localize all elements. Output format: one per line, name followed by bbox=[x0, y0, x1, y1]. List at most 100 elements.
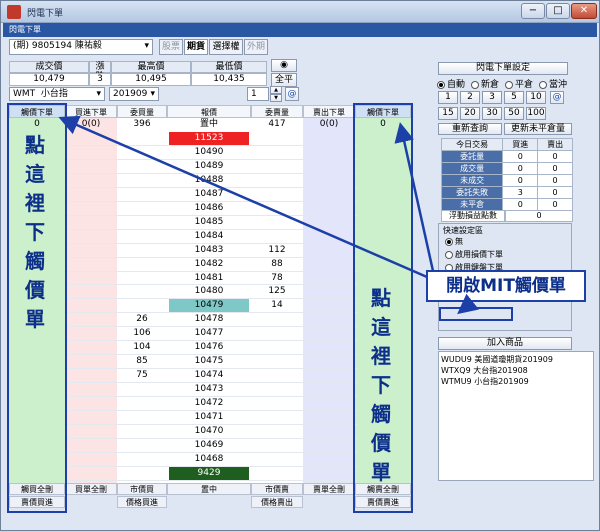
account-value: (期) 9805194 陳祐毅 bbox=[13, 41, 102, 51]
sell-order-total: 0(0) bbox=[319, 119, 339, 129]
mit-annotation-label: 開啟MIT觸價單 bbox=[426, 270, 586, 302]
footer-button[interactable]: 置中 bbox=[167, 483, 251, 495]
account-select[interactable]: (期) 9805194 陳祐毅 ▾ bbox=[9, 39, 153, 55]
qty-button[interactable]: 1 bbox=[438, 91, 458, 104]
ask-qty-cell: 78 bbox=[271, 272, 283, 283]
quote-low-value: 10,435 bbox=[191, 73, 267, 86]
tab-futures[interactable]: 期貨 bbox=[184, 39, 208, 55]
sub-header-title: 閃電下單 bbox=[9, 25, 41, 34]
trade-table-cell: 未平倉 bbox=[440, 198, 504, 211]
footer-button[interactable]: 市價買 bbox=[117, 483, 167, 495]
price-cell: 10483 bbox=[169, 243, 249, 257]
qty-button[interactable]: 5 bbox=[504, 91, 524, 104]
mode-radio[interactable]: 新倉 bbox=[471, 80, 499, 90]
refresh-unsettled-button[interactable]: 更新未平倉量 bbox=[504, 123, 572, 135]
trade-table-cell: 0 bbox=[502, 162, 539, 175]
chevron-down-icon: ▾ bbox=[96, 89, 101, 99]
mode-radio-group: 自動 新倉 平倉 當沖 bbox=[437, 77, 597, 90]
radio-icon bbox=[505, 80, 514, 89]
quantity-input[interactable]: 1 bbox=[247, 87, 269, 101]
price-cell: 10468 bbox=[169, 452, 249, 466]
maximize-button[interactable]: □ bbox=[546, 3, 570, 19]
qty-button[interactable]: 50 bbox=[504, 107, 524, 120]
center-button[interactable]: 置中 bbox=[167, 118, 251, 131]
price-cell: 10481 bbox=[169, 271, 249, 285]
product-list-item[interactable]: WTMU9 小台指201909 bbox=[441, 376, 591, 387]
footer-button[interactable]: 價格買進 bbox=[117, 496, 167, 508]
bid-qty-cell: 75 bbox=[136, 370, 148, 381]
buy-order-column[interactable] bbox=[65, 105, 117, 483]
bid-qty-column bbox=[117, 105, 167, 483]
qty-button[interactable]: 20 bbox=[460, 107, 480, 120]
qty-button[interactable]: 3 bbox=[482, 91, 502, 104]
annotation-char: 單 bbox=[371, 460, 391, 484]
trade-table-cell: 0 bbox=[502, 174, 539, 187]
refresh-icon[interactable]: @ bbox=[550, 91, 564, 104]
qty-button[interactable]: 15 bbox=[438, 107, 458, 120]
product-list-item[interactable]: WUDU9 美國道瓊期貨201909 bbox=[441, 354, 591, 365]
tab-options[interactable]: 選擇權 bbox=[209, 39, 243, 55]
qty-button[interactable]: 2 bbox=[460, 91, 480, 104]
trade-summary-table: 今日交易 買進 賣出 委託量 0 0 成交量 0 0 未成交 0 0 委託失敗 3 0 未平倉 0 0 bbox=[440, 138, 573, 211]
refresh-icon[interactable]: @ bbox=[285, 87, 299, 101]
full-flat-button[interactable]: 全平 bbox=[271, 73, 297, 87]
symbol-select[interactable]: WMT 小台指 ▾ bbox=[9, 87, 105, 101]
price-cell: 9429 bbox=[169, 466, 249, 480]
eye-icon[interactable]: ◉ bbox=[271, 59, 297, 72]
header-ask-qty: 委賣量 bbox=[251, 105, 303, 118]
symbol-code: WMT bbox=[13, 89, 36, 99]
product-list-item[interactable]: WTXQ9 大台指201908 bbox=[441, 365, 591, 376]
qty-button[interactable]: 30 bbox=[482, 107, 502, 120]
close-button[interactable]: ✕ bbox=[571, 3, 597, 19]
quantity-down-button[interactable]: ▼ bbox=[270, 94, 282, 102]
footer-button[interactable]: 價格賣出 bbox=[251, 496, 303, 508]
price-cell: 10473 bbox=[169, 383, 249, 397]
trade-table-cell: 0 bbox=[502, 198, 539, 211]
footer-button[interactable]: 買單全刪 bbox=[65, 483, 117, 495]
quote-high-value: 10,495 bbox=[111, 73, 191, 86]
price-cell: 10471 bbox=[169, 411, 249, 424]
quantity-up-button[interactable]: ▲ bbox=[270, 86, 282, 94]
trade-table-cell: 成交量 bbox=[440, 162, 504, 175]
quote-header-low: 最低價 bbox=[191, 61, 267, 73]
mode-radio[interactable]: 當沖 bbox=[539, 80, 567, 90]
radio-icon bbox=[539, 80, 548, 89]
tab-overseas-futures[interactable]: 外期 bbox=[244, 39, 268, 55]
trade-table-header: 今日交易 bbox=[440, 138, 504, 151]
bid-qty-cell: 106 bbox=[133, 328, 151, 339]
mode-radio-label: 自動 bbox=[447, 80, 466, 90]
annotation-char: 觸 bbox=[371, 402, 391, 426]
price-cell: 10472 bbox=[169, 397, 249, 411]
radio-icon bbox=[437, 80, 445, 89]
qty-button[interactable]: 10 bbox=[526, 91, 546, 104]
ask-qty-cell: 14 bbox=[271, 300, 283, 311]
requery-button[interactable]: 重新查詢 bbox=[438, 123, 502, 135]
footer-button[interactable]: 賣單全刪 bbox=[303, 483, 355, 495]
price-cell: 10487 bbox=[169, 187, 249, 201]
annotation-char: 觸 bbox=[25, 249, 45, 273]
trade-table-cell: 0 bbox=[537, 150, 573, 163]
price-cell: 10490 bbox=[169, 145, 249, 159]
title-bar: 閃電下單 − □ ✕ bbox=[1, 1, 599, 23]
annotation-char: 裡 bbox=[25, 191, 45, 215]
month-select[interactable]: 201909 ▾ bbox=[109, 87, 159, 101]
flash-settings-button[interactable]: 閃電下單設定 bbox=[438, 62, 568, 75]
tab-stock[interactable]: 股票 bbox=[159, 39, 183, 55]
left-annotation-text: 點這裡下觸價單 bbox=[15, 131, 55, 334]
trade-table-header: 買進 bbox=[502, 138, 539, 151]
annotation-char: 下 bbox=[371, 373, 391, 397]
quick-setting-option[interactable]: 啟用損價下單 bbox=[445, 249, 569, 262]
quick-setting-option[interactable]: 無 bbox=[445, 236, 569, 249]
qty-button[interactable]: 100 bbox=[526, 107, 546, 120]
mode-radio[interactable]: 平倉 bbox=[505, 80, 533, 90]
quote-header-change: 漲 跌 bbox=[89, 61, 114, 82]
minimize-button[interactable]: − bbox=[521, 3, 545, 19]
sell-order-column[interactable] bbox=[303, 105, 355, 483]
quick-setting-label: 無 bbox=[455, 237, 463, 246]
annotation-char: 這 bbox=[25, 162, 45, 186]
mode-radio[interactable]: 自動 bbox=[437, 80, 465, 90]
annotation-char: 價 bbox=[25, 278, 45, 302]
footer-button[interactable]: 市價賣 bbox=[251, 483, 303, 495]
trade-table-cell: 0 bbox=[537, 198, 573, 211]
add-product-button[interactable]: 加入商品 bbox=[438, 337, 572, 350]
